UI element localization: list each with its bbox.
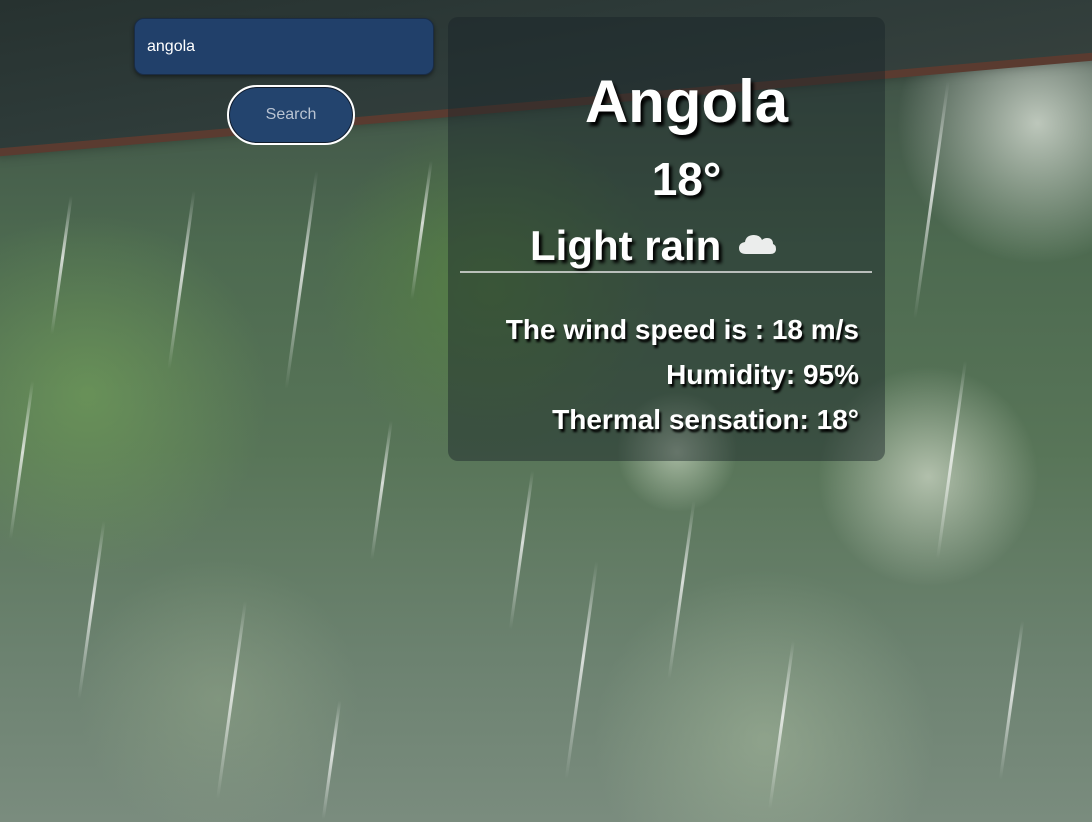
temperature: 18°: [651, 153, 722, 205]
search-input[interactable]: [135, 19, 433, 74]
rain-streak: [77, 520, 106, 700]
search-box[interactable]: [134, 18, 434, 75]
rain-streak: [913, 80, 950, 320]
rain-streak: [768, 640, 795, 810]
rain-streak: [167, 190, 196, 370]
cloud-icon: [739, 235, 777, 254]
rain-streak: [936, 360, 967, 560]
weather-details: The wind speed is : 18 m/s Humidity: 95%…: [448, 313, 859, 448]
rain-streak: [667, 500, 696, 680]
city-name: Angola: [584, 68, 789, 135]
thermal-sensation: Thermal sensation: 18°: [552, 404, 859, 435]
rain-streak: [370, 420, 393, 560]
rain-streak: [284, 170, 319, 390]
weather-card: Angola 18° Light rain The wind speed is …: [448, 17, 885, 461]
search-button[interactable]: Search: [227, 85, 355, 145]
rain-streak: [410, 160, 433, 300]
humidity: Humidity: 95%: [666, 359, 859, 390]
rain-streak: [216, 600, 247, 800]
rain-streak: [50, 195, 73, 335]
divider: [460, 271, 872, 273]
rain-streak: [508, 470, 535, 630]
weather-description: Light rain: [530, 222, 722, 269]
rain-streak: [8, 380, 35, 540]
weather-condition: Light rain: [530, 222, 777, 270]
rain-streak: [564, 560, 599, 780]
wind-speed: The wind speed is : 18 m/s: [505, 314, 859, 345]
rain-streak: [998, 620, 1025, 780]
rain-streak: [321, 700, 342, 820]
